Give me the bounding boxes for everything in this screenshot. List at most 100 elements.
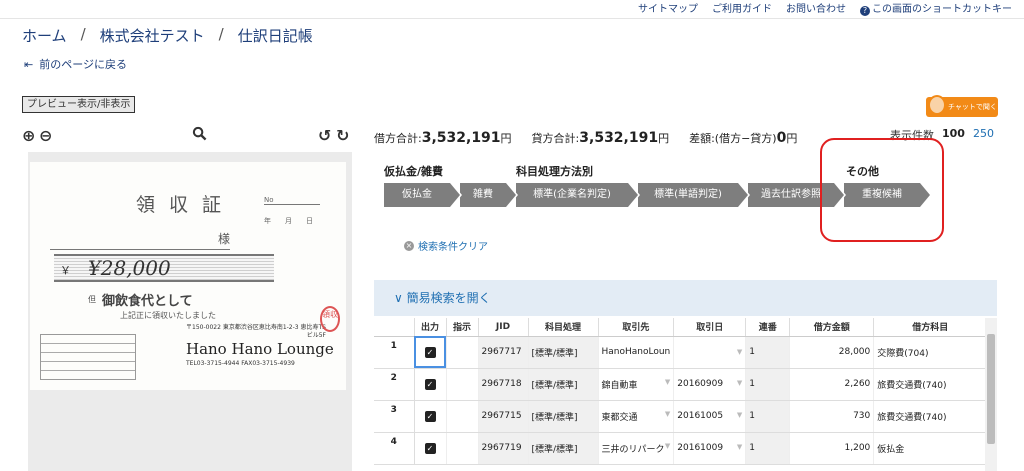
- dropdown-arrow-icon: ▼: [664, 409, 671, 418]
- search-icon[interactable]: [192, 126, 207, 145]
- dropdown-arrow-icon: ▼: [664, 441, 671, 450]
- output-cell[interactable]: ✓: [414, 336, 447, 369]
- col-header-processing[interactable]: 科目処理: [528, 318, 599, 337]
- debit-account-cell[interactable]: 交際費(704): [873, 336, 988, 369]
- date-cell[interactable]: ▼: [673, 336, 747, 369]
- table-row[interactable]: 4 ✓ 2967719 [標準/標準] 三井のリパーク ▼ 20161009 ▼ 1…: [374, 432, 988, 465]
- debit-amount-cell[interactable]: 730: [789, 400, 875, 433]
- receipt-stamp: 領収: [320, 306, 340, 332]
- table-row[interactable]: 2 ✓ 2967718 [標準/標準] 錦自動車 ▼ 20160909 ▼ 1 2,…: [374, 368, 988, 401]
- debit-account-cell[interactable]: 仮払金: [873, 432, 988, 465]
- output-cell[interactable]: ✓: [414, 400, 447, 433]
- simple-search-label: 簡易検索を開く: [406, 291, 491, 305]
- scrollbar-thumb[interactable]: [987, 334, 995, 444]
- seq-cell: 1: [745, 336, 791, 369]
- contact-link[interactable]: お問い合わせ: [786, 0, 846, 15]
- rotate-right-icon[interactable]: ↻: [336, 126, 349, 145]
- instruction-cell[interactable]: [446, 336, 479, 369]
- preview-toolbar: ⊕ ⊖ ↺ ↻: [22, 126, 357, 146]
- receipt-image: 領収証 No 年月日 様 ￥ ¥28,000 但 御飲食代として 上記正に領収い…: [30, 162, 346, 390]
- instruction-cell[interactable]: [446, 400, 479, 433]
- filter-chip-std-word[interactable]: 標準(単語判定): [638, 183, 750, 207]
- receipt-amount-box: ￥ ¥28,000: [54, 254, 274, 282]
- debit-amount-cell[interactable]: 28,000: [789, 336, 875, 369]
- credit-total-value: 3,532,191: [579, 130, 659, 146]
- sitemap-link[interactable]: サイトマップ: [638, 0, 698, 15]
- col-header-debit-account[interactable]: 借方科目: [873, 318, 988, 337]
- rotate-left-icon[interactable]: ↺: [318, 126, 331, 145]
- chat-button[interactable]: チャットで聞く: [926, 95, 998, 117]
- filter-chip-zappi[interactable]: 雑費: [460, 183, 518, 207]
- breadcrumb-company[interactable]: 株式会社テスト: [100, 25, 205, 46]
- back-label: 前のページに戻る: [39, 58, 127, 71]
- preview-toggle-button[interactable]: プレビュー表示/非表示: [22, 96, 136, 113]
- processing-cell: [標準/標準]: [528, 432, 599, 465]
- col-header-seq[interactable]: 連番: [745, 318, 791, 337]
- zoom-in-icon[interactable]: ⊕: [22, 126, 35, 145]
- display-count-option[interactable]: 250: [973, 127, 994, 143]
- checkbox-checked-icon[interactable]: ✓: [424, 442, 436, 454]
- checkbox-checked-icon[interactable]: ✓: [424, 378, 436, 390]
- totals-bar: 借方合計: 3,532,191 円 貸方合計: 3,532,191 円 差額:(…: [374, 130, 797, 146]
- date-value: 20160909: [677, 379, 724, 389]
- top-nav: サイトマップ ご利用ガイド お問い合わせ ? この画面のショートカットキー: [638, 0, 1012, 16]
- debit-total-label: 借方合計:: [374, 132, 422, 145]
- table-row[interactable]: 3 ✓ 2967715 [標準/標準] 東都交通 ▼ 20161005 ▼ 1 73…: [374, 400, 988, 433]
- breadcrumb-separator: /: [218, 25, 224, 43]
- diff-yen: 円: [786, 132, 798, 145]
- instruction-cell[interactable]: [446, 432, 479, 465]
- chat-avatar-icon: [928, 95, 946, 115]
- debit-account-cell[interactable]: 旅費交通費(740): [873, 400, 988, 433]
- debit-account-cell[interactable]: 旅費交通費(740): [873, 368, 988, 401]
- instruction-cell[interactable]: [446, 368, 479, 401]
- help-icon: ?: [860, 6, 870, 16]
- debit-amount-cell[interactable]: 1,200: [789, 432, 875, 465]
- dropdown-arrow-icon: ▼: [736, 348, 743, 356]
- receipt-preview-panel: 領収証 No 年月日 様 ￥ ¥28,000 但 御飲食代として 上記正に領収い…: [28, 152, 352, 471]
- date-cell[interactable]: 20161005 ▼: [673, 400, 747, 433]
- col-header-date[interactable]: 取引日: [673, 318, 747, 337]
- back-link[interactable]: ⇤ 前のページに戻る: [24, 56, 127, 72]
- output-cell[interactable]: ✓: [414, 368, 447, 401]
- partner-cell[interactable]: 錦自動車 ▼: [598, 368, 675, 401]
- output-cell[interactable]: ✓: [414, 432, 447, 465]
- col-header-partner[interactable]: 取引先: [598, 318, 675, 337]
- clear-search-button[interactable]: × 検索条件クリア: [404, 238, 488, 253]
- filter-group-label: 科目処理方法別: [516, 165, 593, 178]
- date-cell[interactable]: 20160909 ▼: [673, 368, 747, 401]
- filter-chip-std-company[interactable]: 標準(企業名判定): [516, 183, 640, 207]
- partner-cell[interactable]: 東都交通 ▼: [598, 400, 675, 433]
- revenue-stamp-box: [40, 334, 136, 380]
- col-header-jid[interactable]: JID: [478, 318, 529, 337]
- journal-table-wrap: 出力 指示 JID 科目処理 取引先 取引日 連番 借方金額 借方科目 1 ✓ …: [374, 318, 997, 471]
- zoom-out-icon[interactable]: ⊖: [39, 126, 52, 145]
- filter-chip-karibarai[interactable]: 仮払金: [384, 183, 462, 207]
- col-header-instruction[interactable]: 指示: [446, 318, 479, 337]
- debit-amount-cell[interactable]: 2,260: [789, 368, 875, 401]
- partner-cell[interactable]: 三井のリパーク ▼: [598, 432, 675, 465]
- receipt-tel: TEL03-3715-4944 FAX03-3715-4939: [186, 360, 295, 367]
- table-scrollbar[interactable]: [985, 318, 997, 471]
- col-header-debit-amount[interactable]: 借方金額: [789, 318, 875, 337]
- checkbox-checked-icon[interactable]: ✓: [424, 410, 436, 422]
- breadcrumb-separator: /: [80, 25, 86, 43]
- table-header-row: 出力 指示 JID 科目処理 取引先 取引日 連番 借方金額 借方科目: [374, 318, 988, 337]
- breadcrumb-current: 仕訳日記帳: [237, 27, 313, 45]
- diff-label: 差額:(借方−貸方): [689, 132, 777, 145]
- breadcrumb-home[interactable]: ホーム: [22, 25, 67, 46]
- credit-total-label: 貸方合計:: [531, 132, 580, 145]
- receipt-date: 年月日: [264, 217, 327, 225]
- col-header-output[interactable]: 出力: [414, 318, 447, 337]
- row-number: 3: [374, 400, 415, 433]
- processing-cell: [標準/標準]: [528, 336, 599, 369]
- date-cell[interactable]: 20161009 ▼: [673, 432, 747, 465]
- simple-search-toggle[interactable]: ∨ 簡易検索を開く: [374, 280, 997, 316]
- partner-cell[interactable]: HanoHanoLoun: [598, 336, 675, 369]
- shortcut-link[interactable]: ? この画面のショートカットキー: [860, 0, 1012, 16]
- guide-link[interactable]: ご利用ガイド: [712, 0, 772, 15]
- table-row[interactable]: 1 ✓ 2967717 [標準/標準] HanoHanoLoun ▼ 1 28,…: [374, 336, 988, 369]
- receipt-tadashi: 但: [88, 295, 96, 304]
- checkbox-checked-icon[interactable]: ✓: [424, 346, 436, 358]
- header-divider: [0, 18, 1024, 19]
- col-header-rownum: [374, 318, 415, 337]
